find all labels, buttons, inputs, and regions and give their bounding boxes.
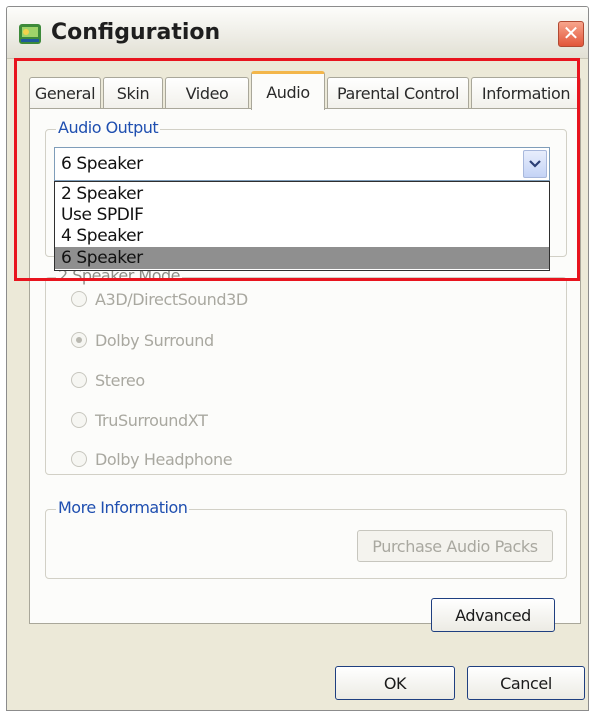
radio-dolby-headphone[interactable]: Dolby Headphone bbox=[71, 447, 233, 471]
tab-video[interactable]: Video bbox=[165, 77, 249, 109]
more-information-legend: More Information bbox=[56, 498, 190, 517]
radio-button[interactable] bbox=[71, 412, 87, 428]
audio-output-selected-value: 6 Speaker bbox=[61, 154, 143, 174]
option-6-speaker[interactable]: 6 Speaker bbox=[55, 247, 549, 269]
chevron-down-icon bbox=[529, 160, 541, 168]
dropdown-arrow-button[interactable] bbox=[523, 150, 547, 178]
window-title: Configuration bbox=[51, 20, 221, 45]
option-use-spdif[interactable]: Use SPDIF bbox=[55, 204, 549, 226]
radio-dolby-surround[interactable]: Dolby Surround bbox=[71, 328, 214, 352]
tab-strip: General Skin Video Audio Parental Contro… bbox=[29, 71, 581, 110]
radio-button[interactable] bbox=[71, 372, 87, 388]
tab-audio[interactable]: Audio bbox=[251, 71, 325, 110]
radio-button[interactable] bbox=[71, 291, 87, 307]
tab-parental-control[interactable]: Parental Control bbox=[327, 77, 469, 109]
app-icon bbox=[19, 24, 41, 44]
tab-skin[interactable]: Skin bbox=[103, 77, 163, 109]
cancel-button[interactable]: Cancel bbox=[467, 666, 585, 700]
option-2-speaker[interactable]: 2 Speaker bbox=[55, 183, 549, 205]
radio-button[interactable] bbox=[71, 332, 87, 348]
tab-general[interactable]: General bbox=[29, 77, 101, 109]
close-icon: ✕ bbox=[562, 21, 580, 45]
radio-button[interactable] bbox=[71, 451, 87, 467]
title-bar[interactable]: Configuration ✕ bbox=[7, 7, 588, 59]
radio-trusurroundxt[interactable]: TruSurroundXT bbox=[71, 408, 208, 432]
tab-information[interactable]: Information bbox=[471, 77, 581, 109]
option-4-speaker[interactable]: 4 Speaker bbox=[55, 225, 549, 247]
advanced-button[interactable]: Advanced bbox=[431, 598, 555, 632]
audio-output-legend: Audio Output bbox=[56, 118, 161, 137]
radio-a3d-directsound3d[interactable]: A3D/DirectSound3D bbox=[71, 287, 248, 311]
ok-button[interactable]: OK bbox=[335, 666, 455, 700]
audio-output-dropdown-list: 2 Speaker Use SPDIF 4 Speaker 6 Speaker bbox=[54, 181, 550, 271]
purchase-audio-packs-button[interactable]: Purchase Audio Packs bbox=[357, 530, 553, 562]
radio-stereo[interactable]: Stereo bbox=[71, 368, 145, 392]
audio-output-select[interactable]: 6 Speaker bbox=[54, 147, 550, 181]
close-button[interactable]: ✕ bbox=[558, 21, 584, 47]
configuration-dialog: Configuration ✕ General Skin Video Audio… bbox=[6, 6, 589, 711]
